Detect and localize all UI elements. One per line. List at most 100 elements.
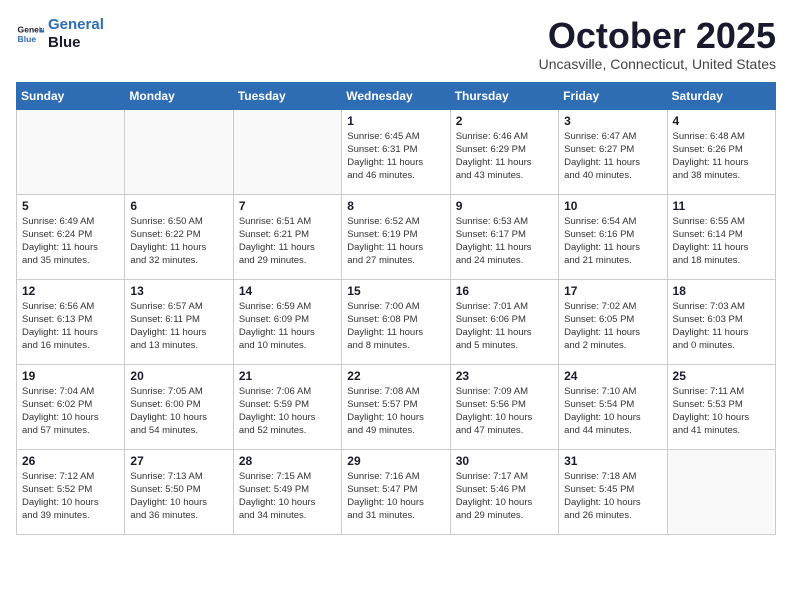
month-title: October 2025 <box>539 16 776 56</box>
calendar-cell: 9 Sunrise: 6:53 AM Sunset: 6:17 PM Daylig… <box>450 194 558 279</box>
header-monday: Monday <box>125 82 233 109</box>
day-number: 2 <box>456 114 553 128</box>
day-number: 12 <box>22 284 119 298</box>
day-info: Sunrise: 6:52 AM Sunset: 6:19 PM Dayligh… <box>347 215 444 268</box>
calendar-cell: 31Sunrise: 7:18 AM Sunset: 5:45 PM Dayli… <box>559 449 667 534</box>
calendar-cell: 10Sunrise: 6:54 AM Sunset: 6:16 PM Dayli… <box>559 194 667 279</box>
calendar-cell: 29Sunrise: 7:16 AM Sunset: 5:47 PM Dayli… <box>342 449 450 534</box>
day-number: 14 <box>239 284 336 298</box>
day-info: Sunrise: 6:48 AM Sunset: 6:26 PM Dayligh… <box>673 130 770 183</box>
calendar-cell: 5 Sunrise: 6:49 AM Sunset: 6:24 PM Daylig… <box>17 194 125 279</box>
week-row-2: 5 Sunrise: 6:49 AM Sunset: 6:24 PM Daylig… <box>17 194 776 279</box>
calendar-cell: 8 Sunrise: 6:52 AM Sunset: 6:19 PM Daylig… <box>342 194 450 279</box>
day-info: Sunrise: 7:02 AM Sunset: 6:05 PM Dayligh… <box>564 300 661 353</box>
header-thursday: Thursday <box>450 82 558 109</box>
day-number: 10 <box>564 199 661 213</box>
day-number: 19 <box>22 369 119 383</box>
calendar-cell: 28 Sunrise: 7:15 AM Sunset: 5:49 PM Dayli… <box>233 449 341 534</box>
day-info: Sunrise: 6:55 AM Sunset: 6:14 PM Dayligh… <box>673 215 770 268</box>
day-info: Sunrise: 7:05 AM Sunset: 6:00 PM Dayligh… <box>130 385 227 438</box>
calendar-cell: 21 Sunrise: 7:06 AM Sunset: 5:59 PM Dayli… <box>233 364 341 449</box>
day-number: 28 <box>239 454 336 468</box>
week-row-1: 1Sunrise: 6:45 AM Sunset: 6:31 PM Daylig… <box>17 109 776 194</box>
day-number: 21 <box>239 369 336 383</box>
day-info: Sunrise: 7:15 AM Sunset: 5:49 PM Dayligh… <box>239 470 336 523</box>
calendar-body: 1Sunrise: 6:45 AM Sunset: 6:31 PM Daylig… <box>17 109 776 534</box>
day-info: Sunrise: 6:53 AM Sunset: 6:17 PM Dayligh… <box>456 215 553 268</box>
calendar-cell <box>667 449 775 534</box>
day-number: 27 <box>130 454 227 468</box>
calendar-cell: 24Sunrise: 7:10 AM Sunset: 5:54 PM Dayli… <box>559 364 667 449</box>
calendar-cell: 1Sunrise: 6:45 AM Sunset: 6:31 PM Daylig… <box>342 109 450 194</box>
day-number: 7 <box>239 199 336 213</box>
day-info: Sunrise: 7:12 AM Sunset: 5:52 PM Dayligh… <box>22 470 119 523</box>
day-number: 17 <box>564 284 661 298</box>
svg-text:Blue: Blue <box>18 34 37 44</box>
week-row-4: 19 Sunrise: 7:04 AM Sunset: 6:02 PM Dayli… <box>17 364 776 449</box>
calendar-header: SundayMondayTuesdayWednesdayThursdayFrid… <box>17 82 776 109</box>
calendar-cell: 2Sunrise: 6:46 AM Sunset: 6:29 PM Daylig… <box>450 109 558 194</box>
calendar-cell: 3 Sunrise: 6:47 AM Sunset: 6:27 PM Daylig… <box>559 109 667 194</box>
calendar-cell: 13 Sunrise: 6:57 AM Sunset: 6:11 PM Dayli… <box>125 279 233 364</box>
calendar-table: SundayMondayTuesdayWednesdayThursdayFrid… <box>16 82 776 535</box>
week-row-5: 26 Sunrise: 7:12 AM Sunset: 5:52 PM Dayli… <box>17 449 776 534</box>
day-info: Sunrise: 6:45 AM Sunset: 6:31 PM Dayligh… <box>347 130 444 183</box>
page-header: General Blue General Blue October 2025 U… <box>16 16 776 72</box>
calendar-cell <box>17 109 125 194</box>
day-info: Sunrise: 6:49 AM Sunset: 6:24 PM Dayligh… <box>22 215 119 268</box>
day-info: Sunrise: 6:47 AM Sunset: 6:27 PM Dayligh… <box>564 130 661 183</box>
day-number: 25 <box>673 369 770 383</box>
day-info: Sunrise: 6:51 AM Sunset: 6:21 PM Dayligh… <box>239 215 336 268</box>
day-number: 13 <box>130 284 227 298</box>
day-info: Sunrise: 7:01 AM Sunset: 6:06 PM Dayligh… <box>456 300 553 353</box>
day-number: 11 <box>673 199 770 213</box>
day-number: 4 <box>673 114 770 128</box>
day-number: 26 <box>22 454 119 468</box>
day-number: 3 <box>564 114 661 128</box>
day-info: Sunrise: 7:17 AM Sunset: 5:46 PM Dayligh… <box>456 470 553 523</box>
calendar-cell: 14 Sunrise: 6:59 AM Sunset: 6:09 PM Dayli… <box>233 279 341 364</box>
calendar-cell: 20Sunrise: 7:05 AM Sunset: 6:00 PM Dayli… <box>125 364 233 449</box>
day-number: 6 <box>130 199 227 213</box>
day-info: Sunrise: 7:09 AM Sunset: 5:56 PM Dayligh… <box>456 385 553 438</box>
day-info: Sunrise: 7:06 AM Sunset: 5:59 PM Dayligh… <box>239 385 336 438</box>
day-number: 8 <box>347 199 444 213</box>
calendar-cell: 27Sunrise: 7:13 AM Sunset: 5:50 PM Dayli… <box>125 449 233 534</box>
calendar-cell: 12Sunrise: 6:56 AM Sunset: 6:13 PM Dayli… <box>17 279 125 364</box>
calendar-cell: 26 Sunrise: 7:12 AM Sunset: 5:52 PM Dayli… <box>17 449 125 534</box>
logo: General Blue General Blue <box>16 16 104 52</box>
calendar-cell <box>233 109 341 194</box>
day-info: Sunrise: 6:59 AM Sunset: 6:09 PM Dayligh… <box>239 300 336 353</box>
day-number: 30 <box>456 454 553 468</box>
calendar-cell: 30 Sunrise: 7:17 AM Sunset: 5:46 PM Dayli… <box>450 449 558 534</box>
calendar-cell: 25Sunrise: 7:11 AM Sunset: 5:53 PM Dayli… <box>667 364 775 449</box>
day-number: 15 <box>347 284 444 298</box>
calendar-cell: 7 Sunrise: 6:51 AM Sunset: 6:21 PM Daylig… <box>233 194 341 279</box>
day-number: 22 <box>347 369 444 383</box>
header-saturday: Saturday <box>667 82 775 109</box>
calendar-cell <box>125 109 233 194</box>
day-info: Sunrise: 6:50 AM Sunset: 6:22 PM Dayligh… <box>130 215 227 268</box>
header-tuesday: Tuesday <box>233 82 341 109</box>
day-info: Sunrise: 6:57 AM Sunset: 6:11 PM Dayligh… <box>130 300 227 353</box>
header-wednesday: Wednesday <box>342 82 450 109</box>
day-number: 5 <box>22 199 119 213</box>
calendar-cell: 17 Sunrise: 7:02 AM Sunset: 6:05 PM Dayli… <box>559 279 667 364</box>
calendar-cell: 11 Sunrise: 6:55 AM Sunset: 6:14 PM Dayli… <box>667 194 775 279</box>
header-row: SundayMondayTuesdayWednesdayThursdayFrid… <box>17 82 776 109</box>
logo-icon: General Blue <box>16 20 44 48</box>
calendar-cell: 16 Sunrise: 7:01 AM Sunset: 6:06 PM Dayli… <box>450 279 558 364</box>
day-number: 16 <box>456 284 553 298</box>
logo-text-line1: General <box>48 16 104 34</box>
day-info: Sunrise: 7:18 AM Sunset: 5:45 PM Dayligh… <box>564 470 661 523</box>
calendar-cell: 4 Sunrise: 6:48 AM Sunset: 6:26 PM Daylig… <box>667 109 775 194</box>
day-number: 18 <box>673 284 770 298</box>
day-info: Sunrise: 7:04 AM Sunset: 6:02 PM Dayligh… <box>22 385 119 438</box>
header-friday: Friday <box>559 82 667 109</box>
day-number: 29 <box>347 454 444 468</box>
title-section: October 2025 Uncasville, Connecticut, Un… <box>539 16 776 72</box>
day-info: Sunrise: 7:03 AM Sunset: 6:03 PM Dayligh… <box>673 300 770 353</box>
calendar-cell: 19 Sunrise: 7:04 AM Sunset: 6:02 PM Dayli… <box>17 364 125 449</box>
day-number: 9 <box>456 199 553 213</box>
day-info: Sunrise: 7:10 AM Sunset: 5:54 PM Dayligh… <box>564 385 661 438</box>
